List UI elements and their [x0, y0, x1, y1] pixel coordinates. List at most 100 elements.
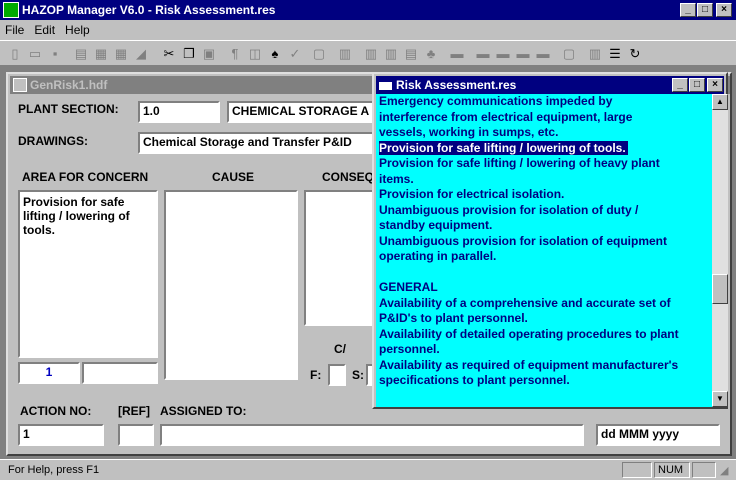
status-text: For Help, press F1	[8, 464, 100, 476]
menu-help[interactable]: Help	[60, 20, 95, 37]
refresh-icon[interactable]: ↻	[626, 45, 644, 63]
plant-section-label: PLANT SECTION:	[18, 102, 119, 116]
risk-list[interactable]: Emergency communications impeded by inter…	[376, 94, 712, 407]
risk-list-item[interactable]: specifications to plant personnel.	[379, 373, 712, 389]
popup-title-bar[interactable]: Risk Assessment.res _ □ ×	[376, 76, 724, 94]
new-icon[interactable]: ▯	[6, 45, 24, 63]
action-no-label: ACTION NO:	[20, 404, 92, 418]
risk-list-item[interactable]	[379, 265, 712, 281]
risk-list-item[interactable]: Provision for electrical isolation.	[379, 187, 712, 203]
risk-list-item[interactable]: Availability of detailed operating proce…	[379, 327, 712, 343]
close-button[interactable]: ×	[716, 3, 732, 17]
paste-icon[interactable]: ▣	[200, 45, 218, 63]
scroll-up-button[interactable]: ▲	[712, 94, 728, 110]
form3-icon[interactable]: ▥	[382, 45, 400, 63]
app-icon[interactable]	[3, 2, 19, 18]
risk-list-item[interactable]: Unambiguous provision for isolation of e…	[379, 234, 712, 250]
area-number-field[interactable]: 1	[18, 362, 80, 384]
save-icon[interactable]: ▪	[46, 45, 64, 63]
minimize-button[interactable]: _	[680, 3, 696, 17]
selected-item-text[interactable]: Provision for safe lifting / lowering of…	[379, 140, 628, 155]
document-icon	[13, 78, 27, 92]
plant-section-input[interactable]: 1.0	[138, 101, 220, 123]
drawings-label: DRAWINGS:	[18, 134, 88, 148]
popup-close-button[interactable]: ×	[707, 78, 723, 92]
assigned-to-field[interactable]	[160, 424, 584, 446]
risk-list-item[interactable]: Provision for safe lifting / lowering of…	[379, 140, 712, 157]
status-bar: For Help, press F1 NUM ◢	[0, 459, 736, 480]
ref-field[interactable]	[118, 424, 154, 446]
action-no-field[interactable]: 1	[18, 424, 104, 446]
scroll-thumb[interactable]	[712, 274, 728, 304]
popup-scrollbar[interactable]: ▲ ▼	[712, 94, 728, 407]
risk-list-item[interactable]: Availability of a comprehensive and accu…	[379, 296, 712, 312]
layout1-icon[interactable]: ▥	[586, 45, 604, 63]
toolbar: ▯ ▭ ▪ ▤ ▦ ▦ ◢ ✂ ❐ ▣ ¶ ◫ ♠ ✓ ▢ ▥ ▥ ▥ ▤ ♣ …	[0, 40, 736, 66]
menu-edit[interactable]: Edit	[29, 20, 60, 37]
risk-list-item[interactable]: Availability as required of equipment ma…	[379, 358, 712, 374]
risk-list-item[interactable]: vessels, working in sumps, etc.	[379, 125, 712, 141]
risk-list-item[interactable]: Provision for safe lifting / lowering of…	[379, 156, 712, 172]
risk-list-item[interactable]: GENERAL	[379, 280, 712, 296]
layout2-icon[interactable]: ☰	[606, 45, 624, 63]
risk-list-item[interactable]: items.	[379, 172, 712, 188]
ca-label: C/	[334, 342, 346, 356]
copy-icon[interactable]: ❐	[180, 45, 198, 63]
resize-grip-icon[interactable]: ◢	[720, 464, 728, 477]
risk-list-item[interactable]: Unambiguous provision for isolation of d…	[379, 203, 712, 219]
grid-icon[interactable]: ▦	[112, 45, 130, 63]
cause-text[interactable]	[164, 190, 298, 380]
open-icon[interactable]: ▭	[26, 45, 44, 63]
area-header: AREA FOR CONCERN	[22, 170, 149, 184]
panel3-icon[interactable]: ▬	[494, 45, 512, 63]
panel4-icon[interactable]: ▬	[514, 45, 532, 63]
conseq-header: CONSEQ	[322, 170, 375, 184]
form4-icon[interactable]: ▤	[402, 45, 420, 63]
risk-list-item[interactable]: P&ID's to plant personnel.	[379, 311, 712, 327]
form1-icon[interactable]: ▥	[336, 45, 354, 63]
assigned-to-label: ASSIGNED TO:	[160, 404, 247, 418]
risk-list-item[interactable]: personnel.	[379, 342, 712, 358]
sheet-icon[interactable]: ▤	[72, 45, 90, 63]
s-label: S:	[352, 368, 364, 382]
find-icon[interactable]: ¶	[226, 45, 244, 63]
form2-icon[interactable]: ▥	[362, 45, 380, 63]
window-icon	[379, 79, 392, 90]
popup-minimize-button[interactable]: _	[672, 78, 688, 92]
popup-maximize-button[interactable]: □	[689, 78, 705, 92]
title-bar: HAZOP Manager V6.0 - Risk Assessment.res…	[0, 0, 736, 20]
f-field[interactable]	[328, 364, 346, 386]
status-pane-empty-2	[692, 462, 716, 478]
date-field[interactable]: dd MMM yyyy	[596, 424, 720, 446]
cut-icon[interactable]: ✂	[160, 45, 178, 63]
risk-list-item[interactable]: operating in parallel.	[379, 249, 712, 265]
binoculars-icon[interactable]: ♠	[266, 45, 284, 63]
window-title: HAZOP Manager V6.0 - Risk Assessment.res	[22, 3, 276, 17]
spell-icon[interactable]: ✓	[286, 45, 304, 63]
panel2-icon[interactable]: ▬	[474, 45, 492, 63]
child-title: GenRisk1.hdf	[30, 78, 108, 92]
area-extra-field[interactable]	[82, 362, 158, 384]
record-icon[interactable]: ◫	[246, 45, 264, 63]
chart-icon[interactable]: ◢	[132, 45, 150, 63]
risk-list-item[interactable]: interference from electrical equipment, …	[379, 110, 712, 126]
menu-file[interactable]: File	[0, 20, 29, 37]
scroll-down-button[interactable]: ▼	[712, 391, 728, 407]
area-for-concern-text[interactable]: Provision for safe lifting / lowering of…	[18, 190, 158, 358]
popup-title: Risk Assessment.res	[396, 78, 517, 92]
ref-label: [REF]	[118, 404, 150, 418]
maximize-button[interactable]: □	[697, 3, 713, 17]
window2-icon[interactable]: ▢	[560, 45, 578, 63]
panel5-icon[interactable]: ▬	[534, 45, 552, 63]
tree-icon[interactable]: ♣	[422, 45, 440, 63]
menu-bar: File Edit Help	[0, 20, 736, 40]
f-label: F:	[310, 368, 322, 382]
panel1-icon[interactable]: ▬	[448, 45, 466, 63]
window-icon[interactable]: ▢	[310, 45, 328, 63]
risk-assessment-window: Risk Assessment.res _ □ × Emergency comm…	[372, 72, 728, 409]
risk-list-item[interactable]: standby equipment.	[379, 218, 712, 234]
table-icon[interactable]: ▦	[92, 45, 110, 63]
risk-list-item[interactable]: Emergency communications impeded by	[379, 94, 712, 110]
status-pane-empty	[622, 462, 652, 478]
num-lock-indicator: NUM	[654, 462, 690, 478]
